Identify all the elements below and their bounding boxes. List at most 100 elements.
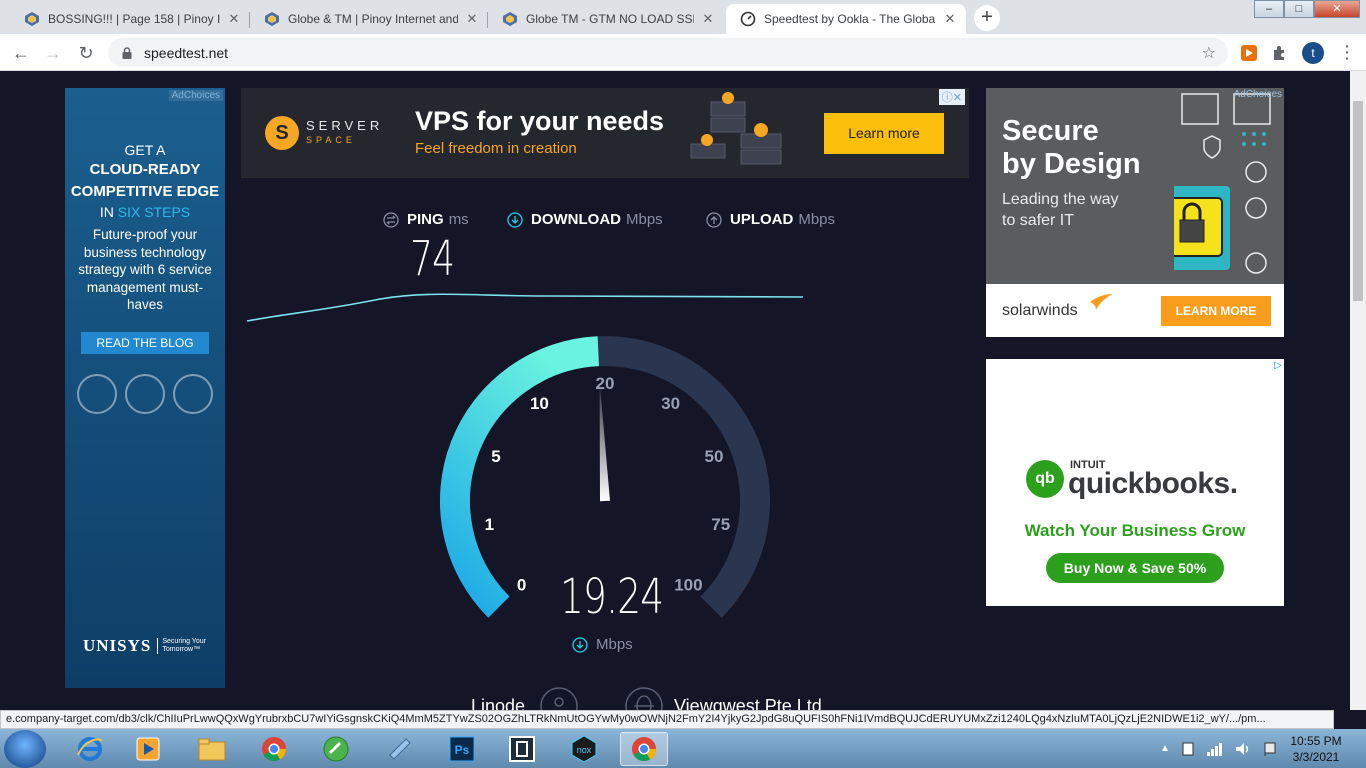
isp-name: Linode <box>471 695 526 711</box>
globe-icon <box>625 687 663 710</box>
link-status-bar: e.company-target.com/db3/clk/ChIIuPrLwwQ… <box>0 710 1334 729</box>
address-bar[interactable]: speedtest.net ☆ <box>108 38 1228 67</box>
adchoices-label[interactable]: AdChoices <box>1234 89 1282 100</box>
tab-close-icon[interactable]: ✕ <box>226 11 242 27</box>
unisys-ad[interactable]: AdChoices GET A CLOUD-READY COMPETITIVE … <box>65 88 225 688</box>
tab-close-icon[interactable]: ✕ <box>942 11 958 27</box>
download-icon <box>572 636 588 653</box>
tray-expand-icon[interactable]: ▲ <box>1160 743 1170 754</box>
gauge-tick-30: 30 <box>661 394 680 413</box>
upload-unit: Mbps <box>798 211 836 228</box>
svg-text:Ps: Ps <box>455 743 470 757</box>
speedtest-favicon-icon <box>740 11 756 27</box>
adchoices-icon[interactable]: ▷ <box>1274 360 1282 371</box>
brand-name: SERVER <box>306 118 384 133</box>
ad-subline-line: to safer IT <box>1002 212 1075 229</box>
tab-title: BOSSING!!! | Page 158 | Pinoy Int <box>48 12 220 26</box>
taskbar-ie[interactable] <box>66 732 114 766</box>
flag-icon[interactable] <box>1262 741 1278 757</box>
taskbar-app-frame[interactable] <box>498 732 546 766</box>
tab-title: Speedtest by Ookla - The Global <box>764 12 936 26</box>
servers-illustration-icon <box>690 92 782 165</box>
adchoices-label[interactable]: AdChoices <box>168 90 223 101</box>
taskbar-chrome-active[interactable] <box>620 732 668 766</box>
ad-subline: Leading the way to safer IT <box>1002 189 1119 231</box>
unisys-logo: UNISYS Securing Your Tomorrow™ <box>83 636 225 656</box>
ad-close-icon[interactable]: ⓘ✕ <box>938 89 965 105</box>
solarwinds-ad[interactable]: Secure by Design Leading the way to safer … <box>986 88 1284 337</box>
tab-title: Globe TM - GTM NO LOAD SSH <box>526 12 694 26</box>
taskbar-chrome[interactable] <box>250 732 298 766</box>
forward-button[interactable]: → <box>42 42 64 64</box>
volume-icon[interactable] <box>1234 741 1252 757</box>
upload-header: UPLOAD Mbps <box>706 211 835 228</box>
gauge-needle <box>599 381 610 502</box>
forum-favicon-icon <box>265 12 279 26</box>
ad-line-pre: IN <box>99 204 114 220</box>
download-graph <box>246 293 804 322</box>
signal-icon[interactable] <box>1206 741 1224 757</box>
quickbooks-ad[interactable]: qb INTUIT quickbooks. Watch Your Busines… <box>986 359 1284 606</box>
nox-player-icon: nox <box>571 735 597 763</box>
close-window-button[interactable]: ✕ <box>1314 0 1360 18</box>
clock-time: 10:55 PM <box>1290 734 1342 748</box>
maximize-button[interactable]: □ <box>1284 0 1314 18</box>
quickbooks-logo-icon: qb <box>1026 460 1064 498</box>
scrollbar-thumb[interactable] <box>1353 101 1363 301</box>
cloud-upload-icon <box>173 373 213 414</box>
browser-menu-icon[interactable]: ⋮ <box>1338 42 1356 63</box>
new-tab-button[interactable]: + <box>974 5 1000 31</box>
tab-globe-tm[interactable]: Globe & TM | Pinoy Internet and ✕ <box>250 4 488 34</box>
start-button[interactable] <box>4 730 46 768</box>
taskbar-explorer[interactable] <box>188 732 236 766</box>
isp-info: Linode <box>471 686 579 710</box>
buy-now-button[interactable]: Buy Now & Save 50% <box>1046 553 1224 583</box>
extension-media-icon[interactable] <box>1240 44 1258 62</box>
bookmark-star-icon[interactable]: ☆ <box>1202 43 1216 63</box>
gauge-tick-75: 75 <box>711 515 730 534</box>
ping-header: PING ms <box>383 211 469 228</box>
taskbar-photoshop[interactable]: Ps <box>438 732 486 766</box>
tab-globe-gtm[interactable]: Globe TM - GTM NO LOAD SSH ✕ <box>488 4 724 34</box>
tab-close-icon[interactable]: ✕ <box>464 11 480 27</box>
speed-unit: Mbps <box>572 636 633 653</box>
back-button[interactable]: ← <box>10 42 32 64</box>
server-name: Viewqwest Pte Ltd <box>674 695 822 711</box>
learn-more-button[interactable]: Learn more <box>824 113 944 154</box>
taskbar-clock[interactable]: 10:55 PM 3/3/2021 <box>1286 733 1346 765</box>
ad-line: COMPETITIVE EDGE <box>70 183 220 200</box>
folder-icon <box>198 738 226 761</box>
quickbooks-brand: quickbooks. <box>1068 467 1238 500</box>
tab-close-icon[interactable]: ✕ <box>700 11 716 27</box>
ad-icon-row <box>65 373 225 414</box>
serverspace-ad[interactable]: SERVER SPACE VPS for your needs Feel fre… <box>241 88 969 178</box>
profile-avatar[interactable]: t <box>1302 42 1324 64</box>
ping-label: PING <box>407 211 444 228</box>
download-header: DOWNLOAD Mbps <box>507 211 663 228</box>
upload-icon <box>706 211 722 228</box>
window-controls: – □ ✕ <box>1254 0 1360 18</box>
cloud-icon <box>77 373 117 414</box>
read-blog-button[interactable]: READ THE BLOG <box>81 331 209 354</box>
taskbar-nox[interactable]: nox <box>560 732 608 766</box>
chrome-icon <box>262 737 286 762</box>
speedtest-page: AdChoices GET A CLOUD-READY COMPETITIVE … <box>0 71 1350 710</box>
taskbar-notepad[interactable] <box>376 732 424 766</box>
extensions-puzzle-icon[interactable] <box>1271 44 1289 62</box>
gauge-tick-20: 20 <box>596 374 615 393</box>
tab-speedtest[interactable]: Speedtest by Ookla - The Global ✕ <box>726 4 966 34</box>
server-info[interactable]: Viewqwest Pte Ltd <box>624 686 822 710</box>
gauge-tick-50: 50 <box>705 447 724 466</box>
learn-more-button[interactable]: LEARN MORE <box>1161 296 1271 326</box>
tab-bossing[interactable]: BOSSING!!! | Page 158 | Pinoy Int ✕ <box>10 4 250 34</box>
media-player-icon <box>136 737 160 761</box>
page-scrollbar[interactable] <box>1350 71 1366 710</box>
solarwinds-flame-icon <box>1090 294 1112 310</box>
ping-value: 74 <box>410 231 455 287</box>
taskbar-green-app[interactable] <box>312 732 360 766</box>
speed-unit-label: Mbps <box>596 636 633 653</box>
minimize-button[interactable]: – <box>1254 0 1284 18</box>
reload-button[interactable]: ↻ <box>75 42 97 64</box>
network-device-icon[interactable] <box>1180 741 1196 757</box>
taskbar-media-player[interactable] <box>124 732 172 766</box>
